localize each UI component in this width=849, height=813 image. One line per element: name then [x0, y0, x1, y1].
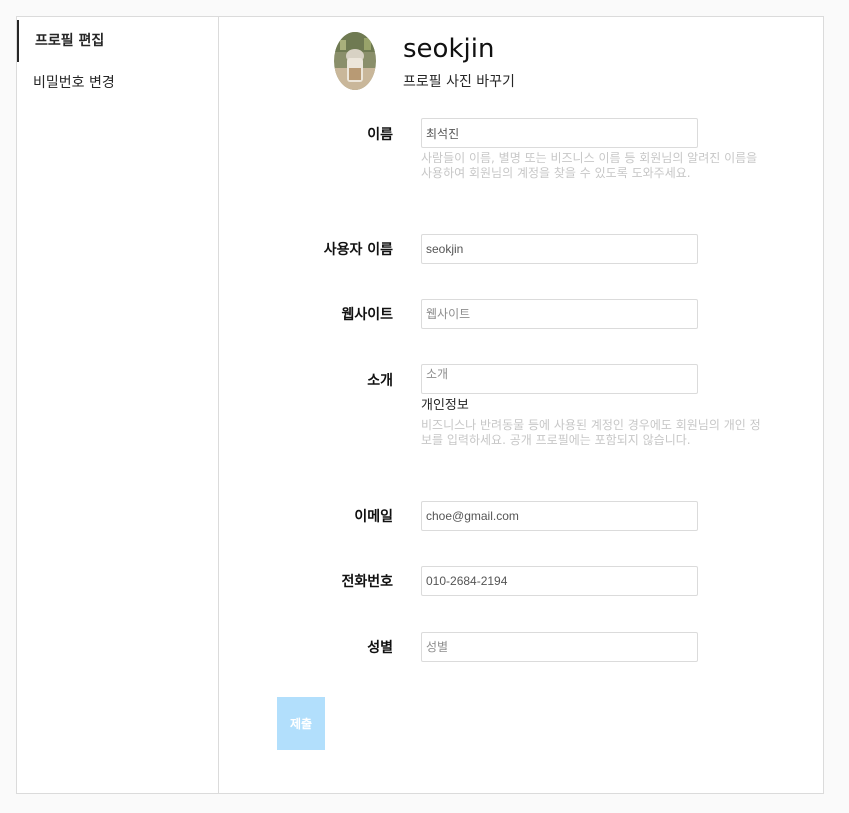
name-label: 이름 — [367, 127, 393, 143]
personal-info-help-text: 비즈니스나 반려동물 등에 사용된 계정인 경우에도 회원님의 개인 정보를 입… — [421, 418, 761, 447]
username-label: 사용자 이름 — [323, 242, 393, 258]
gender-label: 성별 — [367, 640, 393, 656]
change-profile-photo-link[interactable]: 프로필 사진 바꾸기 — [403, 73, 515, 91]
website-label: 웹사이트 — [341, 307, 393, 323]
edit-profile-form: seokjin 프로필 사진 바꾸기 이름 사람들이 이름, 별명 또는 비즈니… — [219, 17, 823, 793]
email-field[interactable] — [421, 501, 698, 531]
sidebar-item-edit-profile[interactable]: 프로필 편집 — [17, 20, 218, 62]
bio-field[interactable] — [421, 364, 698, 394]
sidebar-item-change-password[interactable]: 비밀번호 변경 — [17, 62, 218, 104]
submit-button[interactable]: 제출 — [277, 697, 325, 750]
settings-panel: 프로필 편집 비밀번호 변경 seokjin 프로필 사진 바꾸기 이름 사람들… — [16, 16, 824, 794]
name-help-text: 사람들이 이름, 별명 또는 비즈니스 이름 등 회원님의 알려진 이름을 사용… — [421, 151, 758, 180]
username-field[interactable] — [421, 234, 698, 264]
phone-label: 전화번호 — [341, 574, 393, 590]
avatar-photo-icon — [334, 32, 376, 90]
gender-field[interactable] — [421, 632, 698, 662]
website-field[interactable] — [421, 299, 698, 329]
settings-sidebar: 프로필 편집 비밀번호 변경 — [17, 17, 219, 793]
email-label: 이메일 — [354, 509, 393, 525]
personal-info-title: 개인정보 — [421, 398, 469, 413]
profile-username: seokjin — [403, 34, 495, 64]
name-field[interactable] — [421, 118, 698, 148]
bio-label: 소개 — [367, 373, 393, 389]
phone-field[interactable] — [421, 566, 698, 596]
avatar[interactable] — [334, 32, 376, 90]
